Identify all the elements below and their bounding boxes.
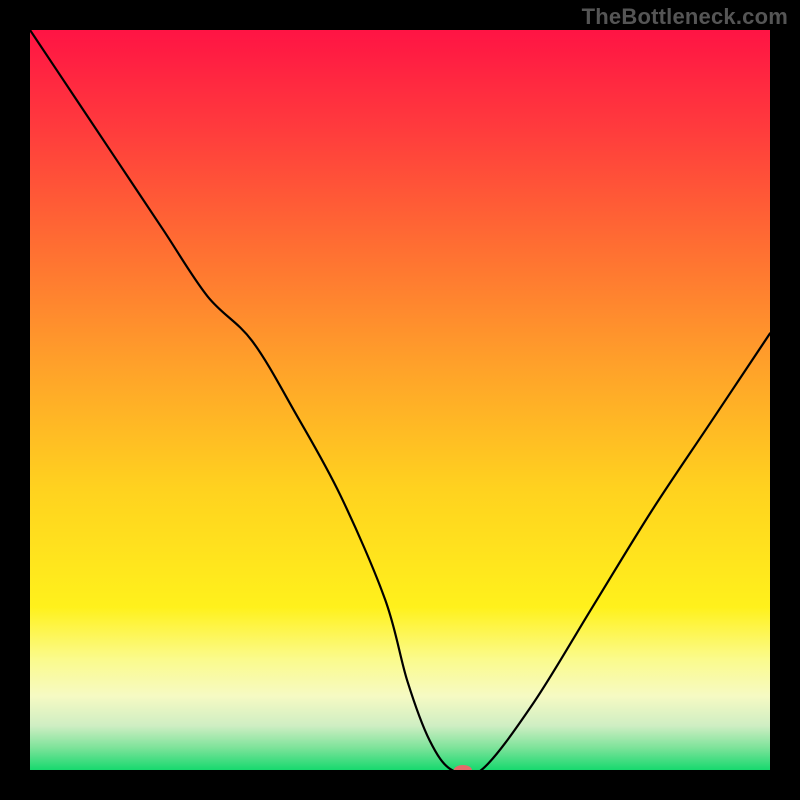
watermark-text: TheBottleneck.com	[582, 4, 788, 30]
plot-area	[30, 30, 770, 770]
chart-frame: TheBottleneck.com	[0, 0, 800, 800]
gradient-background	[30, 30, 770, 770]
plot-svg	[30, 30, 770, 770]
